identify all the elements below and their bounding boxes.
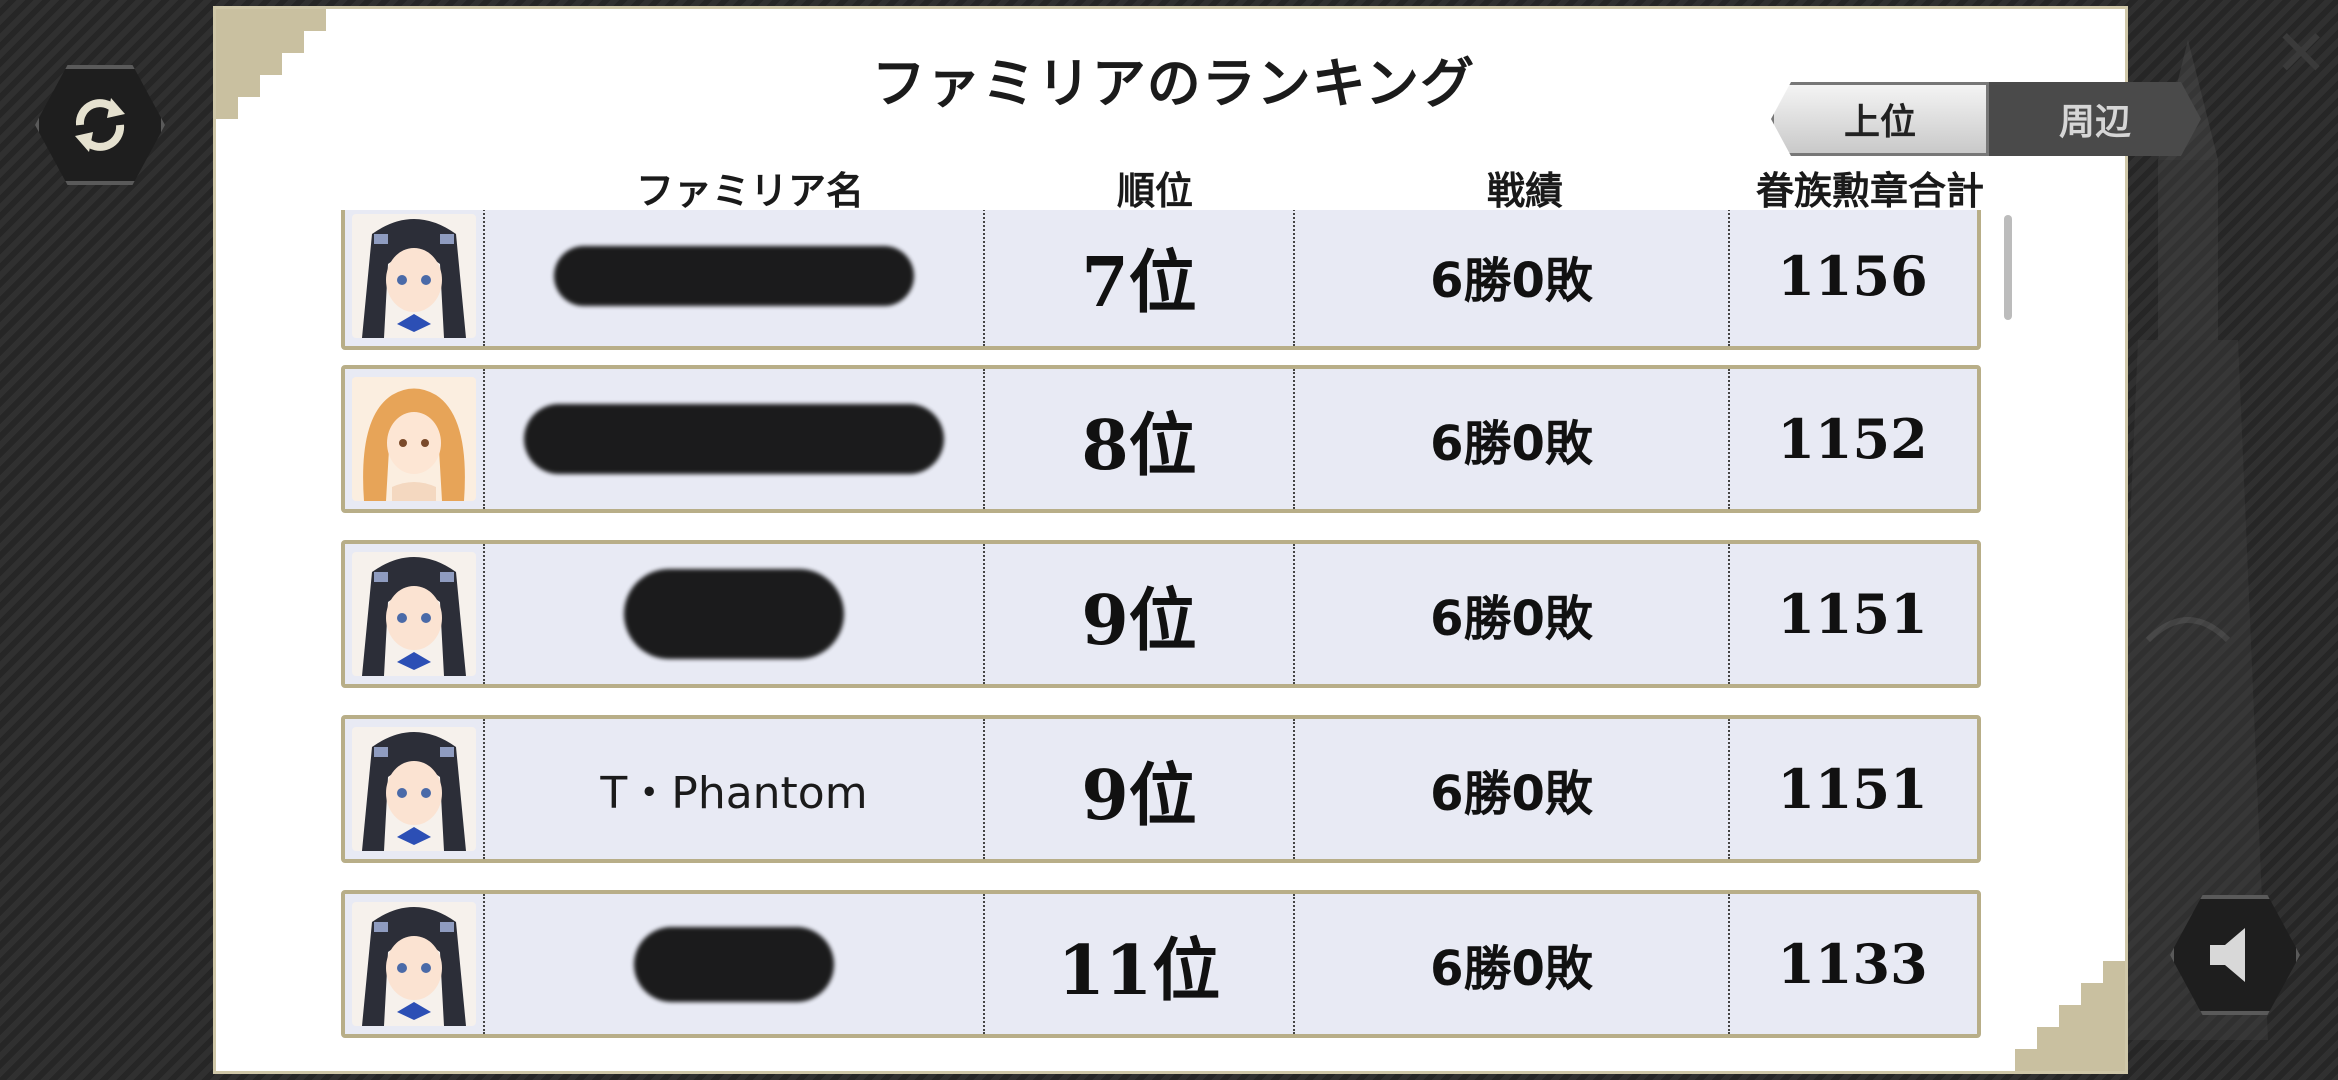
record-value: 6勝0敗: [1295, 369, 1730, 509]
tab-top[interactable]: 上位: [1771, 82, 1989, 156]
avatar: [345, 544, 485, 684]
rank-value: 9位: [985, 719, 1295, 859]
medals-total: 1151: [1777, 757, 1928, 821]
familia-name: [485, 894, 985, 1034]
hestia-portrait: [352, 727, 476, 851]
blonde-portrait: [352, 377, 476, 501]
medals-total: 1152: [1777, 407, 1928, 471]
tab-nearby[interactable]: 周辺: [1989, 82, 2201, 156]
refresh-button[interactable]: [35, 65, 165, 185]
ranking-list[interactable]: 7位 6勝0敗 1156 8位 6勝0敗 1152 9位 6勝0敗 1151 T…: [327, 210, 2007, 1042]
redacted-name: [634, 926, 834, 1002]
column-header-name: ファミリア名: [635, 169, 864, 213]
redacted-name: [624, 569, 844, 659]
table-row[interactable]: 11位 6勝0敗 1133: [341, 890, 1981, 1038]
table-row[interactable]: 7位 6勝0敗 1156: [341, 210, 1981, 350]
refresh-icon: [75, 98, 125, 152]
column-header-medals: 眷族勲章合計: [1755, 169, 1984, 213]
hestia-portrait: [352, 214, 476, 338]
medals-total: 1133: [1777, 932, 1928, 996]
familia-name: [485, 544, 985, 684]
speaker-icon: [2210, 928, 2245, 982]
avatar: [345, 210, 485, 346]
record-value: 6勝0敗: [1295, 894, 1730, 1034]
record-value: 6勝0敗: [1295, 210, 1730, 346]
avatar: [345, 719, 485, 859]
panel-corner-decoration: [2015, 961, 2125, 1071]
medals-total: 1151: [1777, 582, 1928, 646]
record-value: 6勝0敗: [1295, 719, 1730, 859]
medals-total: 1156: [1777, 244, 1928, 308]
close-button[interactable]: ✕: [2271, 22, 2331, 86]
rank-value: 9位: [985, 544, 1295, 684]
rank-value: 11位: [985, 894, 1295, 1034]
close-icon: ✕: [2274, 17, 2328, 91]
familia-name: T・Phantom: [485, 719, 985, 859]
avatar: [345, 369, 485, 509]
redacted-name: [524, 404, 944, 474]
familia-name: [485, 369, 985, 509]
hestia-portrait: [352, 552, 476, 676]
rank-filter-toggle: 上位 周辺: [1771, 82, 2201, 156]
redacted-name: [554, 246, 914, 306]
table-row[interactable]: T・Phantom 9位 6勝0敗 1151: [341, 715, 1981, 863]
hestia-portrait: [352, 902, 476, 1026]
familia-name: [485, 210, 985, 346]
table-row[interactable]: 9位 6勝0敗 1151: [341, 540, 1981, 688]
column-header-rank: 順位: [1116, 169, 1193, 213]
rank-value: 8位: [985, 369, 1295, 509]
avatar: [345, 894, 485, 1034]
rank-value: 7位: [985, 210, 1295, 346]
record-value: 6勝0敗: [1295, 544, 1730, 684]
list-scrollbar[interactable]: [2004, 215, 2012, 320]
column-header-record: 戦績: [1486, 169, 1563, 213]
table-row[interactable]: 8位 6勝0敗 1152: [341, 365, 1981, 513]
